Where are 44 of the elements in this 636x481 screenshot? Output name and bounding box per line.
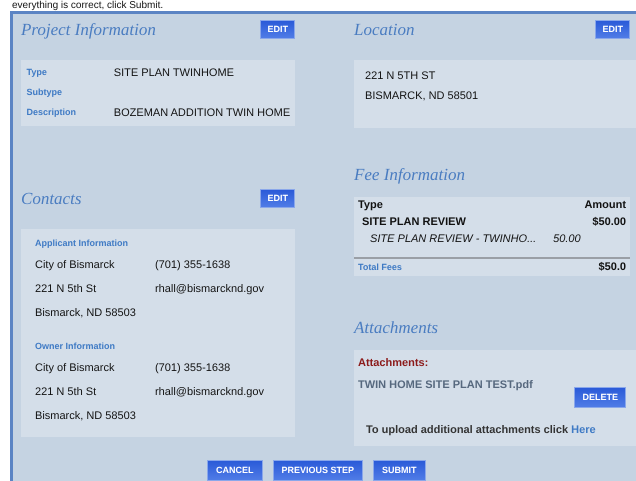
- edit-button[interactable]: EDIT: [595, 20, 630, 39]
- contact-text: 221 N 5th St: [35, 385, 98, 400]
- edit-button[interactable]: EDIT: [260, 188, 295, 208]
- total-amount: $50.0: [549, 258, 630, 276]
- fee-item-amount: 50.00: [552, 232, 582, 247]
- total-label: Total Fees: [354, 258, 550, 276]
- field-label: Subtype: [26, 86, 64, 99]
- contact-text: 221 N 5th St: [35, 282, 98, 298]
- contact-text: Bismarck, ND 58503: [35, 306, 137, 322]
- field-label: Type: [26, 66, 48, 79]
- action-button[interactable]: SUBMIT: [373, 460, 426, 481]
- contact-text: Bismarck, ND 58503: [35, 409, 137, 424]
- section-title: Attachments: [354, 318, 438, 338]
- edit-button[interactable]: EDIT: [260, 20, 295, 39]
- contact-text: City of Bismarck: [35, 258, 116, 274]
- field-value: SITE PLAN TWINHOME: [114, 66, 234, 80]
- column-header: Amount: [583, 198, 627, 213]
- fee-amount: $50.00: [591, 215, 627, 230]
- upload-link[interactable]: Here: [571, 424, 596, 436]
- group-heading: Owner Information: [35, 340, 116, 354]
- file-name: TWIN HOME SITE PLAN TEST.pdf: [358, 378, 533, 392]
- upload-instruction: To upload additional attachments click Here: [366, 422, 597, 438]
- section-title: Location: [354, 20, 414, 40]
- column-header: Type: [357, 198, 384, 213]
- attachments-label: Attachments:: [358, 356, 430, 371]
- address-line: 221 N 5TH ST: [365, 69, 436, 84]
- section-title: Fee Information: [354, 165, 465, 185]
- contact-text: rhall@bismarcknd.gov: [155, 385, 264, 400]
- delete-button[interactable]: DELETE: [574, 386, 626, 408]
- group-heading: Applicant Information: [35, 237, 129, 250]
- contact-text: City of Bismarck: [35, 361, 116, 376]
- contact-text: (701) 355-1638: [155, 361, 230, 376]
- address-line: BISMARCK, ND 58501: [365, 89, 480, 104]
- action-button[interactable]: CANCEL: [207, 460, 262, 481]
- action-button[interactable]: PREVIOUS STEP: [272, 460, 364, 481]
- section-title: Contacts: [21, 188, 82, 208]
- section-title: Project Information: [21, 20, 156, 40]
- field-value: BOZEMAN ADDITION TWIN HOME: [114, 106, 290, 120]
- contact-text: (701) 355-1638: [155, 258, 230, 274]
- contact-text: rhall@bismarcknd.gov: [155, 282, 264, 298]
- fee-item: SITE PLAN REVIEW - TWINHO...: [369, 232, 538, 247]
- fee-name: SITE PLAN REVIEW: [361, 215, 467, 230]
- instruction-text: everything is correct, click Submit.: [12, 0, 164, 11]
- field-label: Description: [26, 106, 78, 119]
